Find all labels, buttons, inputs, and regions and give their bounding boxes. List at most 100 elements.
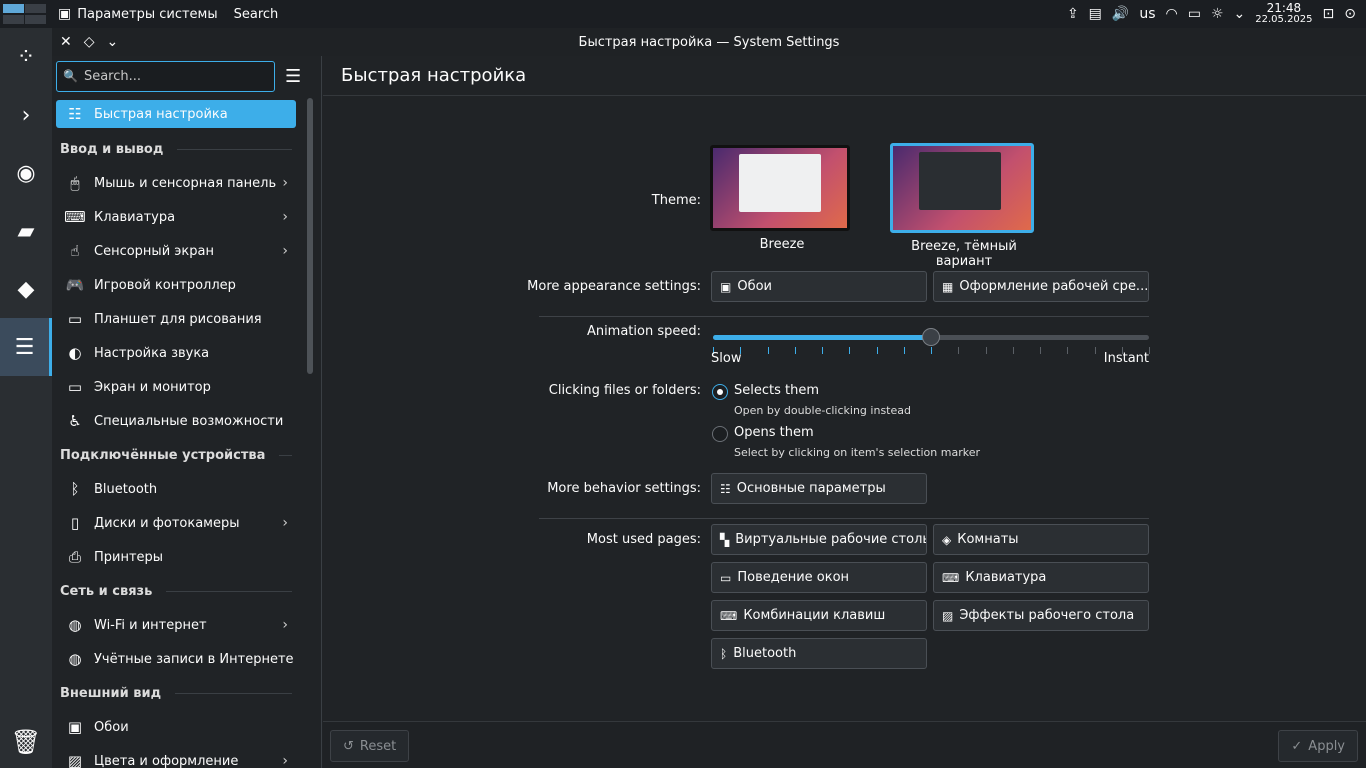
shortcuts-icon: ⌨ bbox=[720, 608, 738, 623]
animation-speed-slider[interactable] bbox=[713, 328, 1149, 348]
sidebar-divider bbox=[321, 56, 322, 768]
sidebar-item-label: Принтеры bbox=[94, 549, 164, 565]
touchscreen-icon: ☝ bbox=[70, 242, 80, 260]
most-used-window-behavior[interactable]: ▭ Поведение окон bbox=[711, 562, 927, 593]
virtual-desktop-pager[interactable] bbox=[0, 0, 50, 28]
brightness-icon[interactable]: ☼ bbox=[1211, 6, 1224, 22]
general-behavior-button[interactable]: ☷ Основные параметры bbox=[711, 473, 927, 504]
battery-icon[interactable]: ▭ bbox=[1188, 6, 1201, 22]
desktop-4[interactable] bbox=[25, 14, 46, 24]
printer-icon: ⎙ bbox=[68, 548, 81, 566]
search-box[interactable]: 🔍 bbox=[56, 60, 275, 92]
section-title: Подключённые устройства bbox=[60, 447, 266, 463]
sidebar-item[interactable]: ◍ Учётные записи в Интернете bbox=[56, 642, 296, 676]
system-settings-window: ✕ ◇ ⌄ Быстрая настройка — System Setting… bbox=[52, 28, 1366, 768]
apply-label: Apply bbox=[1308, 738, 1345, 754]
sidebar-section-header: Подключённые устройства bbox=[52, 438, 300, 472]
globe-icon: ◍ bbox=[68, 616, 82, 634]
theme-thumbnail bbox=[890, 143, 1034, 233]
clipboard-icon[interactable]: ▤ bbox=[1089, 6, 1102, 22]
chevron-right-icon: › bbox=[282, 175, 288, 191]
slider-tick bbox=[1012, 347, 1014, 354]
mouse-icon: 🖱 bbox=[70, 174, 80, 192]
file-manager-icon[interactable]: ▰ bbox=[0, 202, 52, 260]
most-used-activities[interactable]: ◈ Комнаты bbox=[933, 524, 1149, 555]
radio-opens-them[interactable] bbox=[712, 426, 728, 442]
sidebar-item[interactable]: ⎙ Принтеры bbox=[56, 540, 296, 574]
slider-fill bbox=[713, 335, 931, 340]
radio-label[interactable]: Opens them bbox=[734, 425, 814, 440]
desktop-2[interactable] bbox=[25, 4, 46, 13]
button-label: Bluetooth bbox=[733, 646, 797, 661]
sidebar-item[interactable]: ⌨ Клавиатура › bbox=[56, 200, 296, 234]
sidebar-item[interactable]: ▨ Цвета и оформление › bbox=[56, 744, 296, 768]
slider-tick bbox=[822, 347, 823, 354]
sidebar-scrollbar[interactable] bbox=[307, 98, 313, 374]
clicking-label: Clicking files or folders: bbox=[548, 383, 701, 398]
sidebar-item[interactable]: 🖱 Мышь и сенсорная панель › bbox=[56, 166, 296, 200]
most-used-keyboard[interactable]: ⌨ Клавиатура bbox=[933, 562, 1149, 593]
workspace-theme-button[interactable]: ▦ Оформление рабочей сре... bbox=[933, 271, 1149, 302]
section-title: Сеть и связь bbox=[60, 583, 153, 599]
app-launcher-icon[interactable]: ⁘ bbox=[0, 28, 52, 86]
sidebar-item[interactable]: ▣ Обои bbox=[56, 710, 296, 744]
wallpaper-icon: ▣ bbox=[720, 279, 732, 294]
section-title: Внешний вид bbox=[60, 685, 162, 701]
most-used-shortcuts[interactable]: ⌨ Комбинации клавиш bbox=[711, 600, 927, 631]
sidebar-item[interactable]: 🎮 Игровой контроллер bbox=[56, 268, 296, 302]
sidebar-item[interactable]: ▭ Планшет для рисования bbox=[56, 302, 296, 336]
chevron-right-icon: › bbox=[282, 515, 288, 531]
window-titlebar[interactable]: ✕ ◇ ⌄ Быстрая настройка — System Setting… bbox=[52, 28, 1366, 56]
hamburger-menu-icon[interactable]: ☰ bbox=[285, 66, 300, 87]
sidebar-item[interactable]: ♿ Специальные возможности bbox=[56, 404, 296, 438]
left-dock: ⁘ › ◉ ▰ ◆ ☰ 🗑 bbox=[0, 28, 52, 768]
reset-button[interactable]: ↺ Reset bbox=[330, 730, 410, 762]
most-used-bluetooth[interactable]: ᛒ Bluetooth bbox=[711, 638, 927, 669]
wallpaper-button[interactable]: ▣ Обои bbox=[711, 271, 927, 302]
update-icon[interactable]: ⇪ bbox=[1067, 6, 1079, 22]
software-store-icon[interactable]: ◆ bbox=[0, 260, 52, 318]
desktop-3[interactable] bbox=[3, 14, 24, 24]
search-input[interactable] bbox=[83, 68, 274, 84]
radio-selects-them[interactable] bbox=[712, 384, 728, 400]
desktop-1[interactable] bbox=[3, 4, 24, 13]
search-icon: 🔍 bbox=[63, 69, 78, 83]
sidebar-item-label: Планшет для рисования bbox=[94, 311, 262, 327]
volume-icon[interactable]: 🔊 bbox=[1112, 6, 1129, 22]
chrome-icon[interactable]: ◉ bbox=[0, 144, 52, 202]
sidebar-item[interactable]: ᛒ Bluetooth bbox=[56, 472, 296, 506]
keep-above-icon[interactable]: ◇ bbox=[84, 34, 95, 50]
tablet-icon: ▭ bbox=[67, 310, 83, 328]
most-used-desktop-effects[interactable]: ▨ Эффекты рабочего стола bbox=[933, 600, 1149, 631]
chevron-down-icon[interactable]: ⌄ bbox=[107, 34, 119, 50]
close-icon[interactable]: ✕ bbox=[60, 34, 72, 50]
quick-settings-content: Theme: Breeze Breeze, тёмный вариант Mor… bbox=[323, 97, 1366, 721]
lock-icon[interactable]: ⊡ bbox=[1323, 6, 1335, 22]
taskbar-app-system-settings[interactable]: ▣ Параметры системы bbox=[50, 0, 226, 28]
checkmark-icon: ✓ bbox=[1291, 738, 1303, 754]
sidebar-item[interactable]: ◐ Настройка звука bbox=[56, 336, 296, 370]
sidebar-item[interactable]: ▭ Экран и монитор bbox=[56, 370, 296, 404]
chevron-down-icon[interactable]: ⌄ bbox=[1234, 6, 1246, 22]
apply-button[interactable]: ✓ Apply bbox=[1278, 730, 1358, 762]
wifi-icon[interactable]: ◠ bbox=[1166, 6, 1178, 22]
sidebar-item[interactable]: ▯ Диски и фотокамеры › bbox=[56, 506, 296, 540]
logout-icon[interactable]: ⊙ bbox=[1344, 6, 1356, 22]
sidebar-item-label: Сенсорный экран bbox=[94, 243, 214, 259]
system-settings-icon[interactable]: ☰ bbox=[0, 318, 52, 376]
terminal-icon[interactable]: › bbox=[0, 86, 52, 144]
sidebar-item[interactable]: ☝ Сенсорный экран › bbox=[56, 234, 296, 268]
radio-hint: Open by double-clicking instead bbox=[734, 404, 911, 417]
theme-breeze-dark[interactable]: Breeze, тёмный вариант bbox=[884, 143, 1044, 269]
trash-icon[interactable]: 🗑 bbox=[0, 728, 52, 756]
most-used-virtual-desktops[interactable]: ▚ Виртуальные рабочие столы bbox=[711, 524, 927, 555]
theme-breeze[interactable]: Breeze bbox=[710, 145, 854, 252]
sidebar-item[interactable]: ◍ Wi-Fi и интернет › bbox=[56, 608, 296, 642]
radio-label[interactable]: Selects them bbox=[734, 383, 819, 398]
slider-handle[interactable] bbox=[922, 328, 940, 346]
taskbar-search[interactable]: Search bbox=[226, 0, 287, 28]
sidebar-item-quick-settings[interactable]: ☷ Быстрая настройка bbox=[56, 100, 296, 128]
digital-clock[interactable]: 21:48 22.05.2025 bbox=[1255, 2, 1312, 25]
window-title: Быстрая настройка — System Settings bbox=[578, 34, 840, 50]
keyboard-layout[interactable]: us bbox=[1139, 6, 1155, 22]
